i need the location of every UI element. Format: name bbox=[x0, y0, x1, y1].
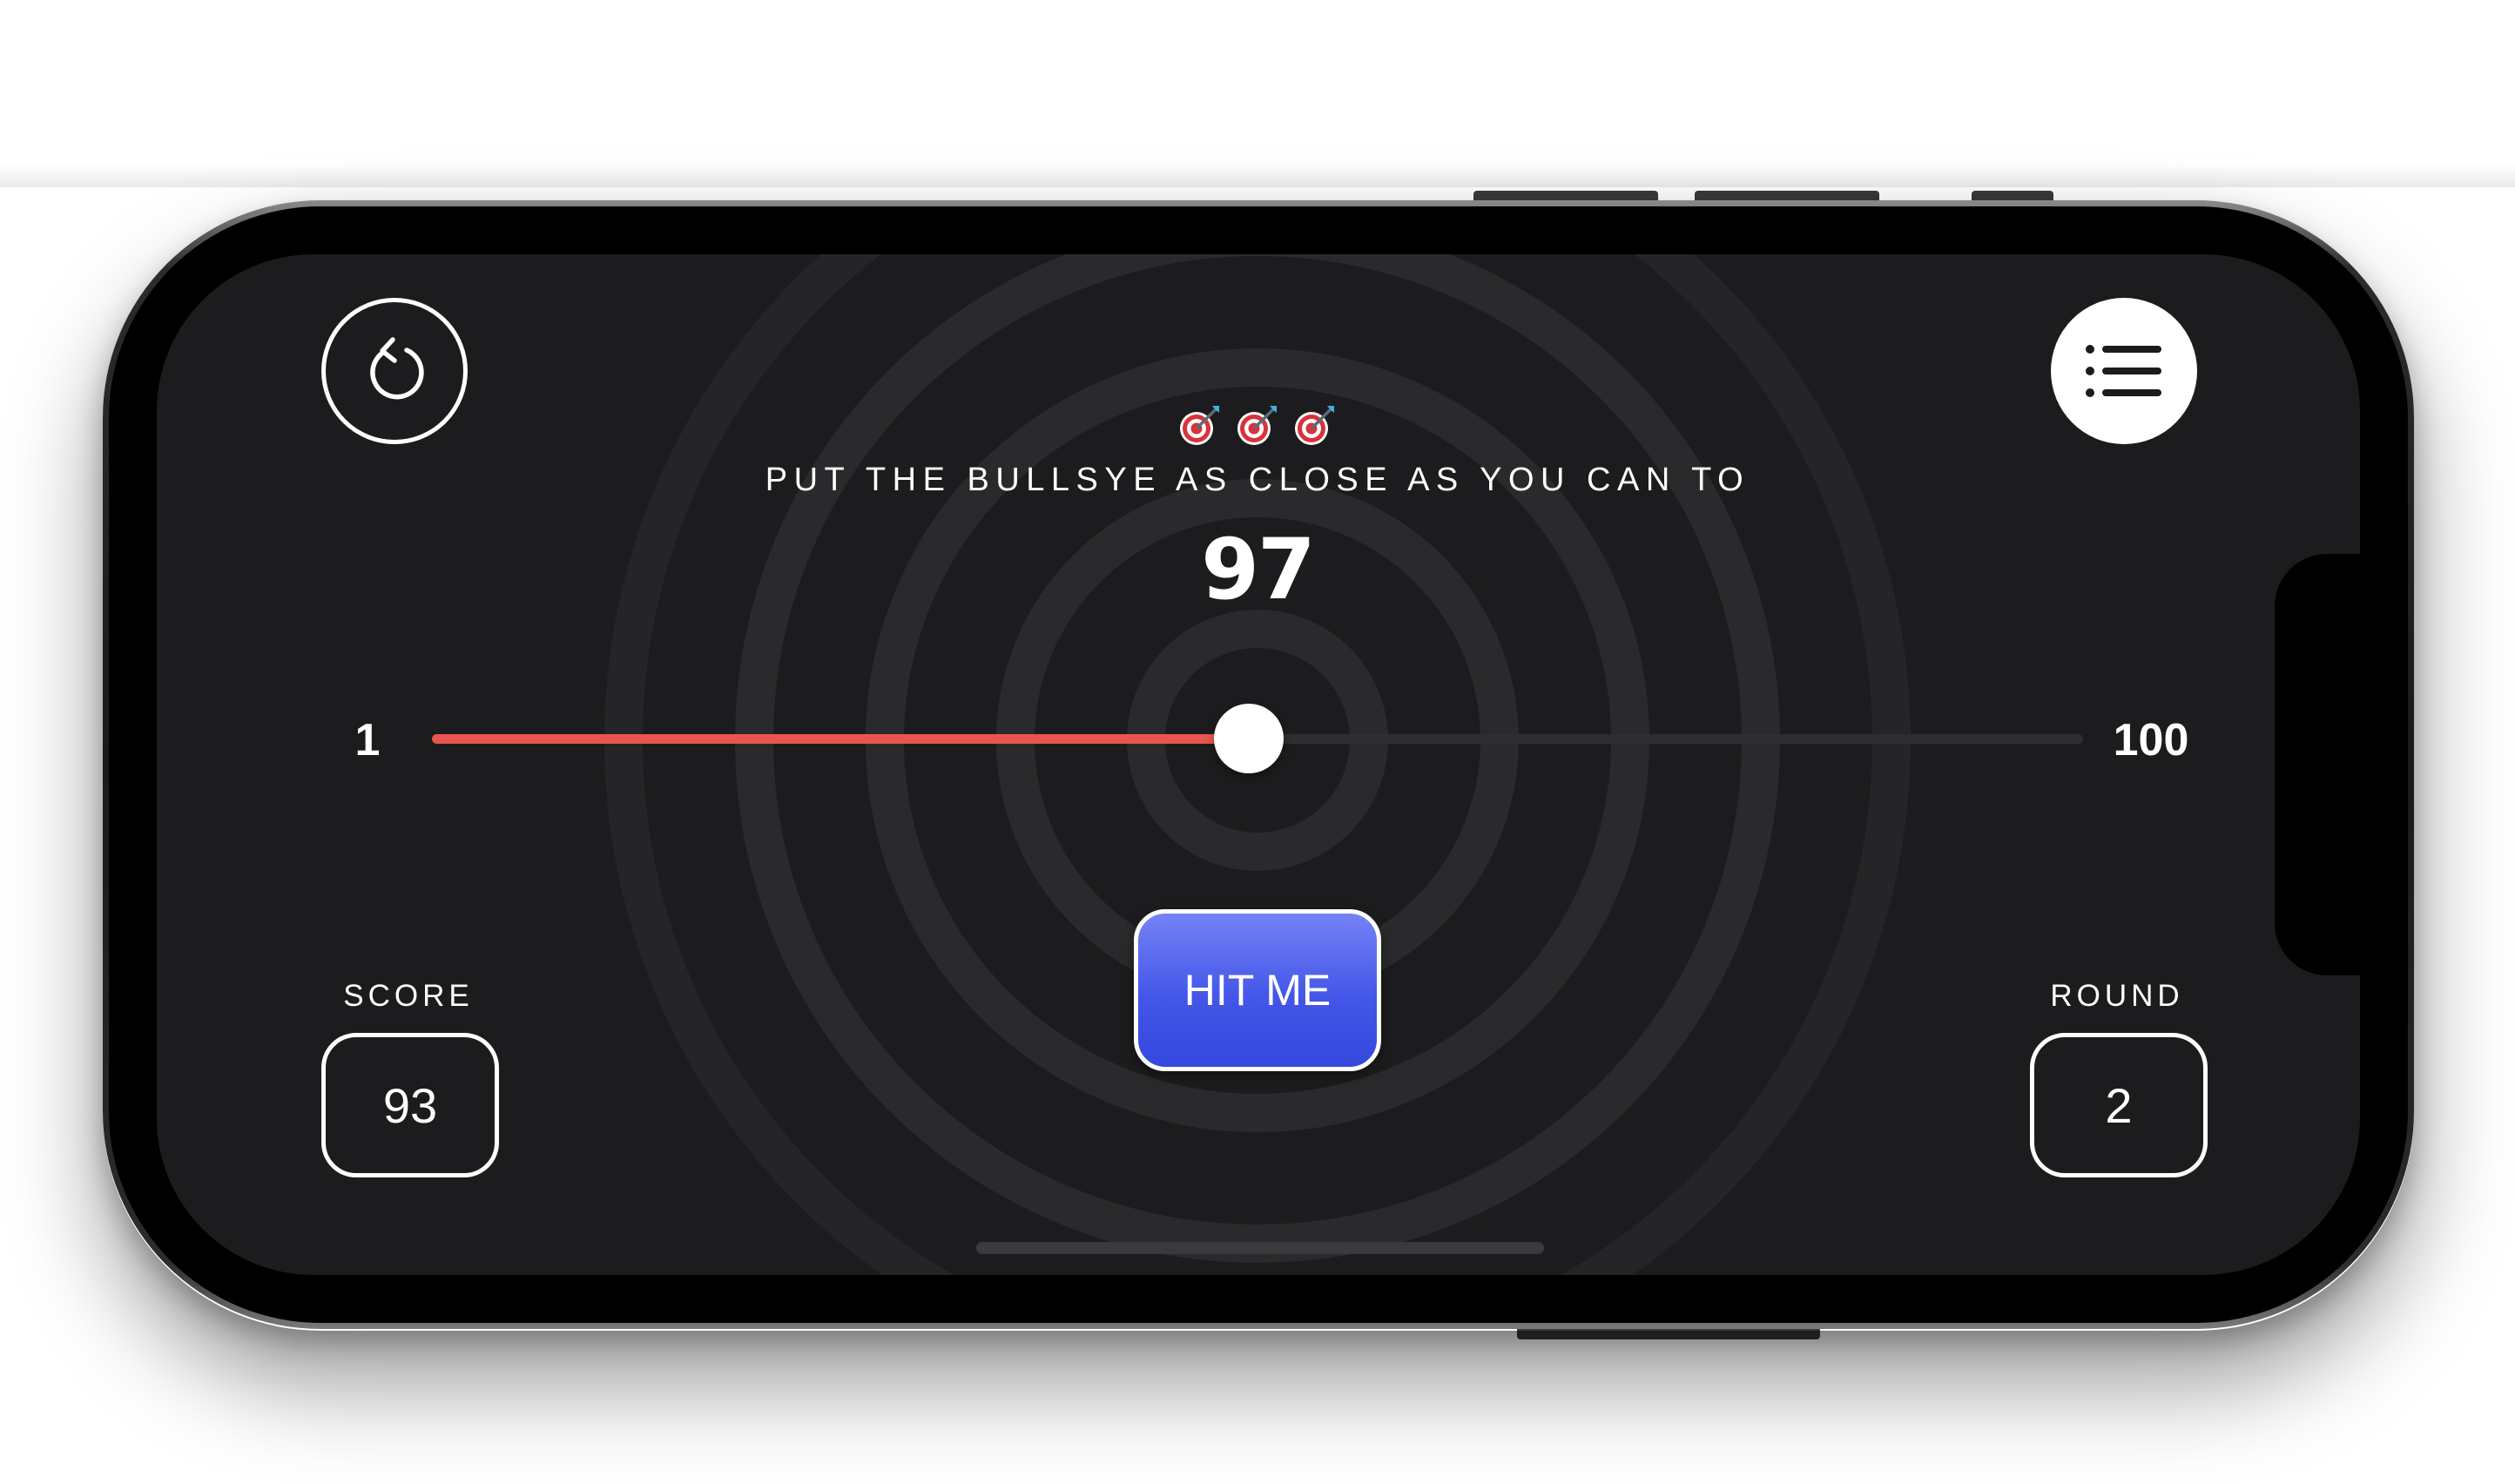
restart-icon bbox=[358, 334, 431, 408]
direct-hit-icon bbox=[1177, 402, 1223, 448]
top-backdrop bbox=[0, 0, 2515, 187]
dart-emoji-row bbox=[1170, 402, 1345, 448]
round-value: 2 bbox=[2105, 1077, 2133, 1133]
score-box: 93 bbox=[321, 1033, 499, 1177]
direct-hit-icon bbox=[1292, 402, 1338, 448]
leaderboard-button[interactable] bbox=[2051, 298, 2197, 444]
direct-hit-icon bbox=[1235, 402, 1280, 448]
instruction-text: PUT THE BULLSYE AS CLOSE AS YOU CAN TO bbox=[765, 462, 1750, 498]
slider-fill bbox=[432, 734, 1250, 744]
guess-slider[interactable] bbox=[432, 704, 2083, 773]
slider-min-label: 1 bbox=[354, 715, 381, 766]
target-value: 97 bbox=[1201, 521, 1316, 618]
home-indicator[interactable] bbox=[976, 1242, 1544, 1254]
list-icon bbox=[2085, 341, 2163, 401]
hit-me-button[interactable]: HIT ME bbox=[1134, 909, 1381, 1071]
slider-max-label: 100 bbox=[2113, 715, 2189, 766]
score-label: SCORE bbox=[343, 979, 474, 1013]
score-value: 93 bbox=[382, 1077, 438, 1133]
round-label: ROUND bbox=[2050, 979, 2184, 1013]
restart-button[interactable] bbox=[321, 298, 468, 444]
round-box: 2 bbox=[2030, 1033, 2208, 1177]
slider-thumb[interactable] bbox=[1214, 704, 1284, 773]
stage: PUT THE BULLSYE AS CLOSE AS YOU CAN TO 9… bbox=[0, 0, 2515, 1484]
